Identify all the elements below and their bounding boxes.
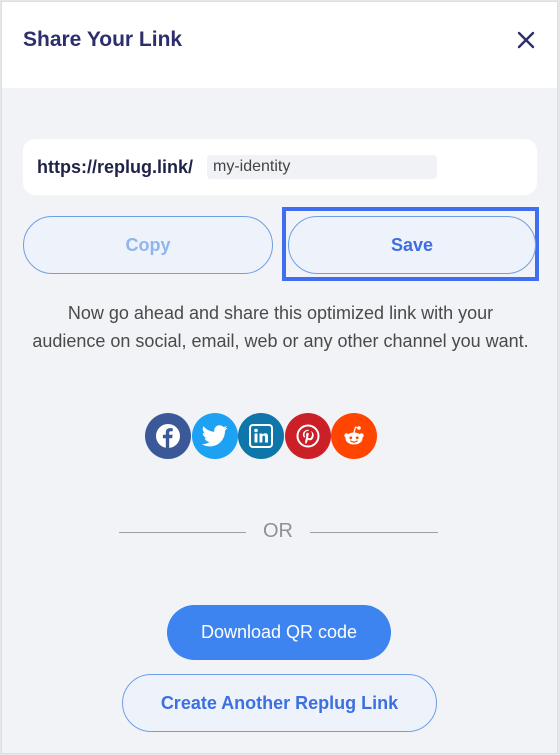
linkedin-share-button[interactable] bbox=[238, 413, 284, 459]
twitter-share-button[interactable] bbox=[191, 413, 238, 459]
close-button[interactable] bbox=[510, 24, 542, 56]
link-field: https://replug.link/ bbox=[23, 139, 537, 195]
share-message: Now go ahead and share this optimized li… bbox=[32, 303, 529, 351]
dialog-header: Share Your Link bbox=[2, 2, 557, 88]
close-icon bbox=[517, 31, 535, 49]
share-link-dialog: Share Your Link https://replug.link/ Cop… bbox=[1, 1, 558, 754]
link-base-url: https://replug.link/ bbox=[37, 157, 193, 177]
reddit-icon bbox=[344, 426, 364, 445]
pinterest-icon bbox=[296, 424, 319, 448]
create-another-link-button[interactable]: Create Another Replug Link bbox=[122, 674, 437, 732]
twitter-icon bbox=[201, 425, 228, 447]
download-qr-code-button[interactable]: Download QR code bbox=[167, 605, 391, 660]
divider-right bbox=[310, 532, 438, 533]
reddit-share-button[interactable] bbox=[331, 413, 377, 459]
facebook-icon bbox=[156, 424, 180, 448]
facebook-share-button[interactable] bbox=[145, 413, 191, 459]
divider-left bbox=[119, 532, 246, 533]
social-share-row bbox=[145, 413, 378, 461]
dialog-title: Share Your Link bbox=[23, 28, 183, 51]
divider-or-text: OR bbox=[263, 520, 293, 542]
slug-input[interactable] bbox=[207, 155, 437, 179]
pinterest-share-button[interactable] bbox=[284, 413, 331, 459]
linkedin-icon bbox=[249, 424, 273, 448]
save-button[interactable]: Save bbox=[288, 216, 536, 274]
copy-button[interactable]: Copy bbox=[23, 216, 273, 274]
